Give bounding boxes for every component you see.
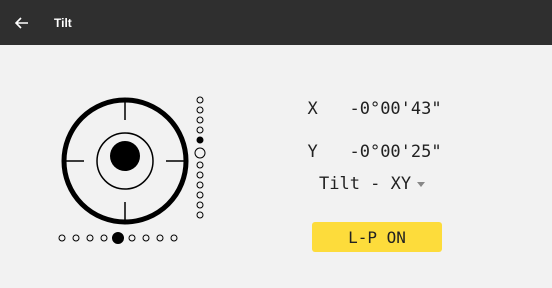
horizontal-scale-dot — [142, 234, 150, 242]
vertical-tilt-scale — [194, 96, 206, 219]
level-bubble — [110, 141, 140, 171]
vertical-scale-indicator — [196, 136, 204, 144]
page-title: Tilt — [54, 15, 72, 30]
horizontal-scale-dot — [58, 234, 66, 242]
tilt-mode-dropdown[interactable]: Tilt - XY — [319, 174, 426, 194]
bubble-level-target — [61, 97, 189, 225]
laser-plummet-button[interactable]: L-P ON — [312, 222, 442, 252]
app-bar: Tilt — [0, 0, 552, 45]
vertical-scale-dot — [196, 211, 204, 219]
vertical-scale-dot — [196, 191, 204, 199]
vertical-scale-dot — [196, 116, 204, 124]
vertical-scale-dot — [196, 106, 204, 114]
vertical-scale-dot — [196, 171, 204, 179]
vertical-scale-dot — [196, 96, 204, 104]
horizontal-scale-dot — [100, 234, 108, 242]
x-readout: X -0°00'43" — [287, 79, 442, 119]
y-value: -0°00'25" — [349, 142, 442, 162]
vertical-scale-center — [194, 147, 206, 159]
y-readout: Y -0°00'25" — [287, 122, 442, 162]
horizontal-scale-dot — [170, 234, 178, 242]
tilt-mode-value: Tilt - XY — [319, 174, 412, 194]
horizontal-scale-dot — [156, 234, 164, 242]
dropdown-caret-icon — [417, 181, 426, 187]
horizontal-scale-dot — [128, 234, 136, 242]
arrow-left-icon — [15, 16, 28, 29]
horizontal-scale-dot — [72, 234, 80, 242]
x-label: X — [307, 99, 318, 119]
vertical-scale-dot — [196, 161, 204, 169]
vertical-scale-dot — [196, 126, 204, 134]
vertical-scale-dot — [196, 201, 204, 209]
x-value: -0°00'43" — [349, 99, 442, 119]
horizontal-scale-indicator — [112, 232, 124, 244]
back-button[interactable] — [0, 0, 44, 45]
horizontal-scale-dot — [86, 234, 94, 242]
y-label: Y — [307, 142, 318, 162]
vertical-scale-dot — [196, 181, 204, 189]
horizontal-tilt-scale — [58, 232, 178, 244]
